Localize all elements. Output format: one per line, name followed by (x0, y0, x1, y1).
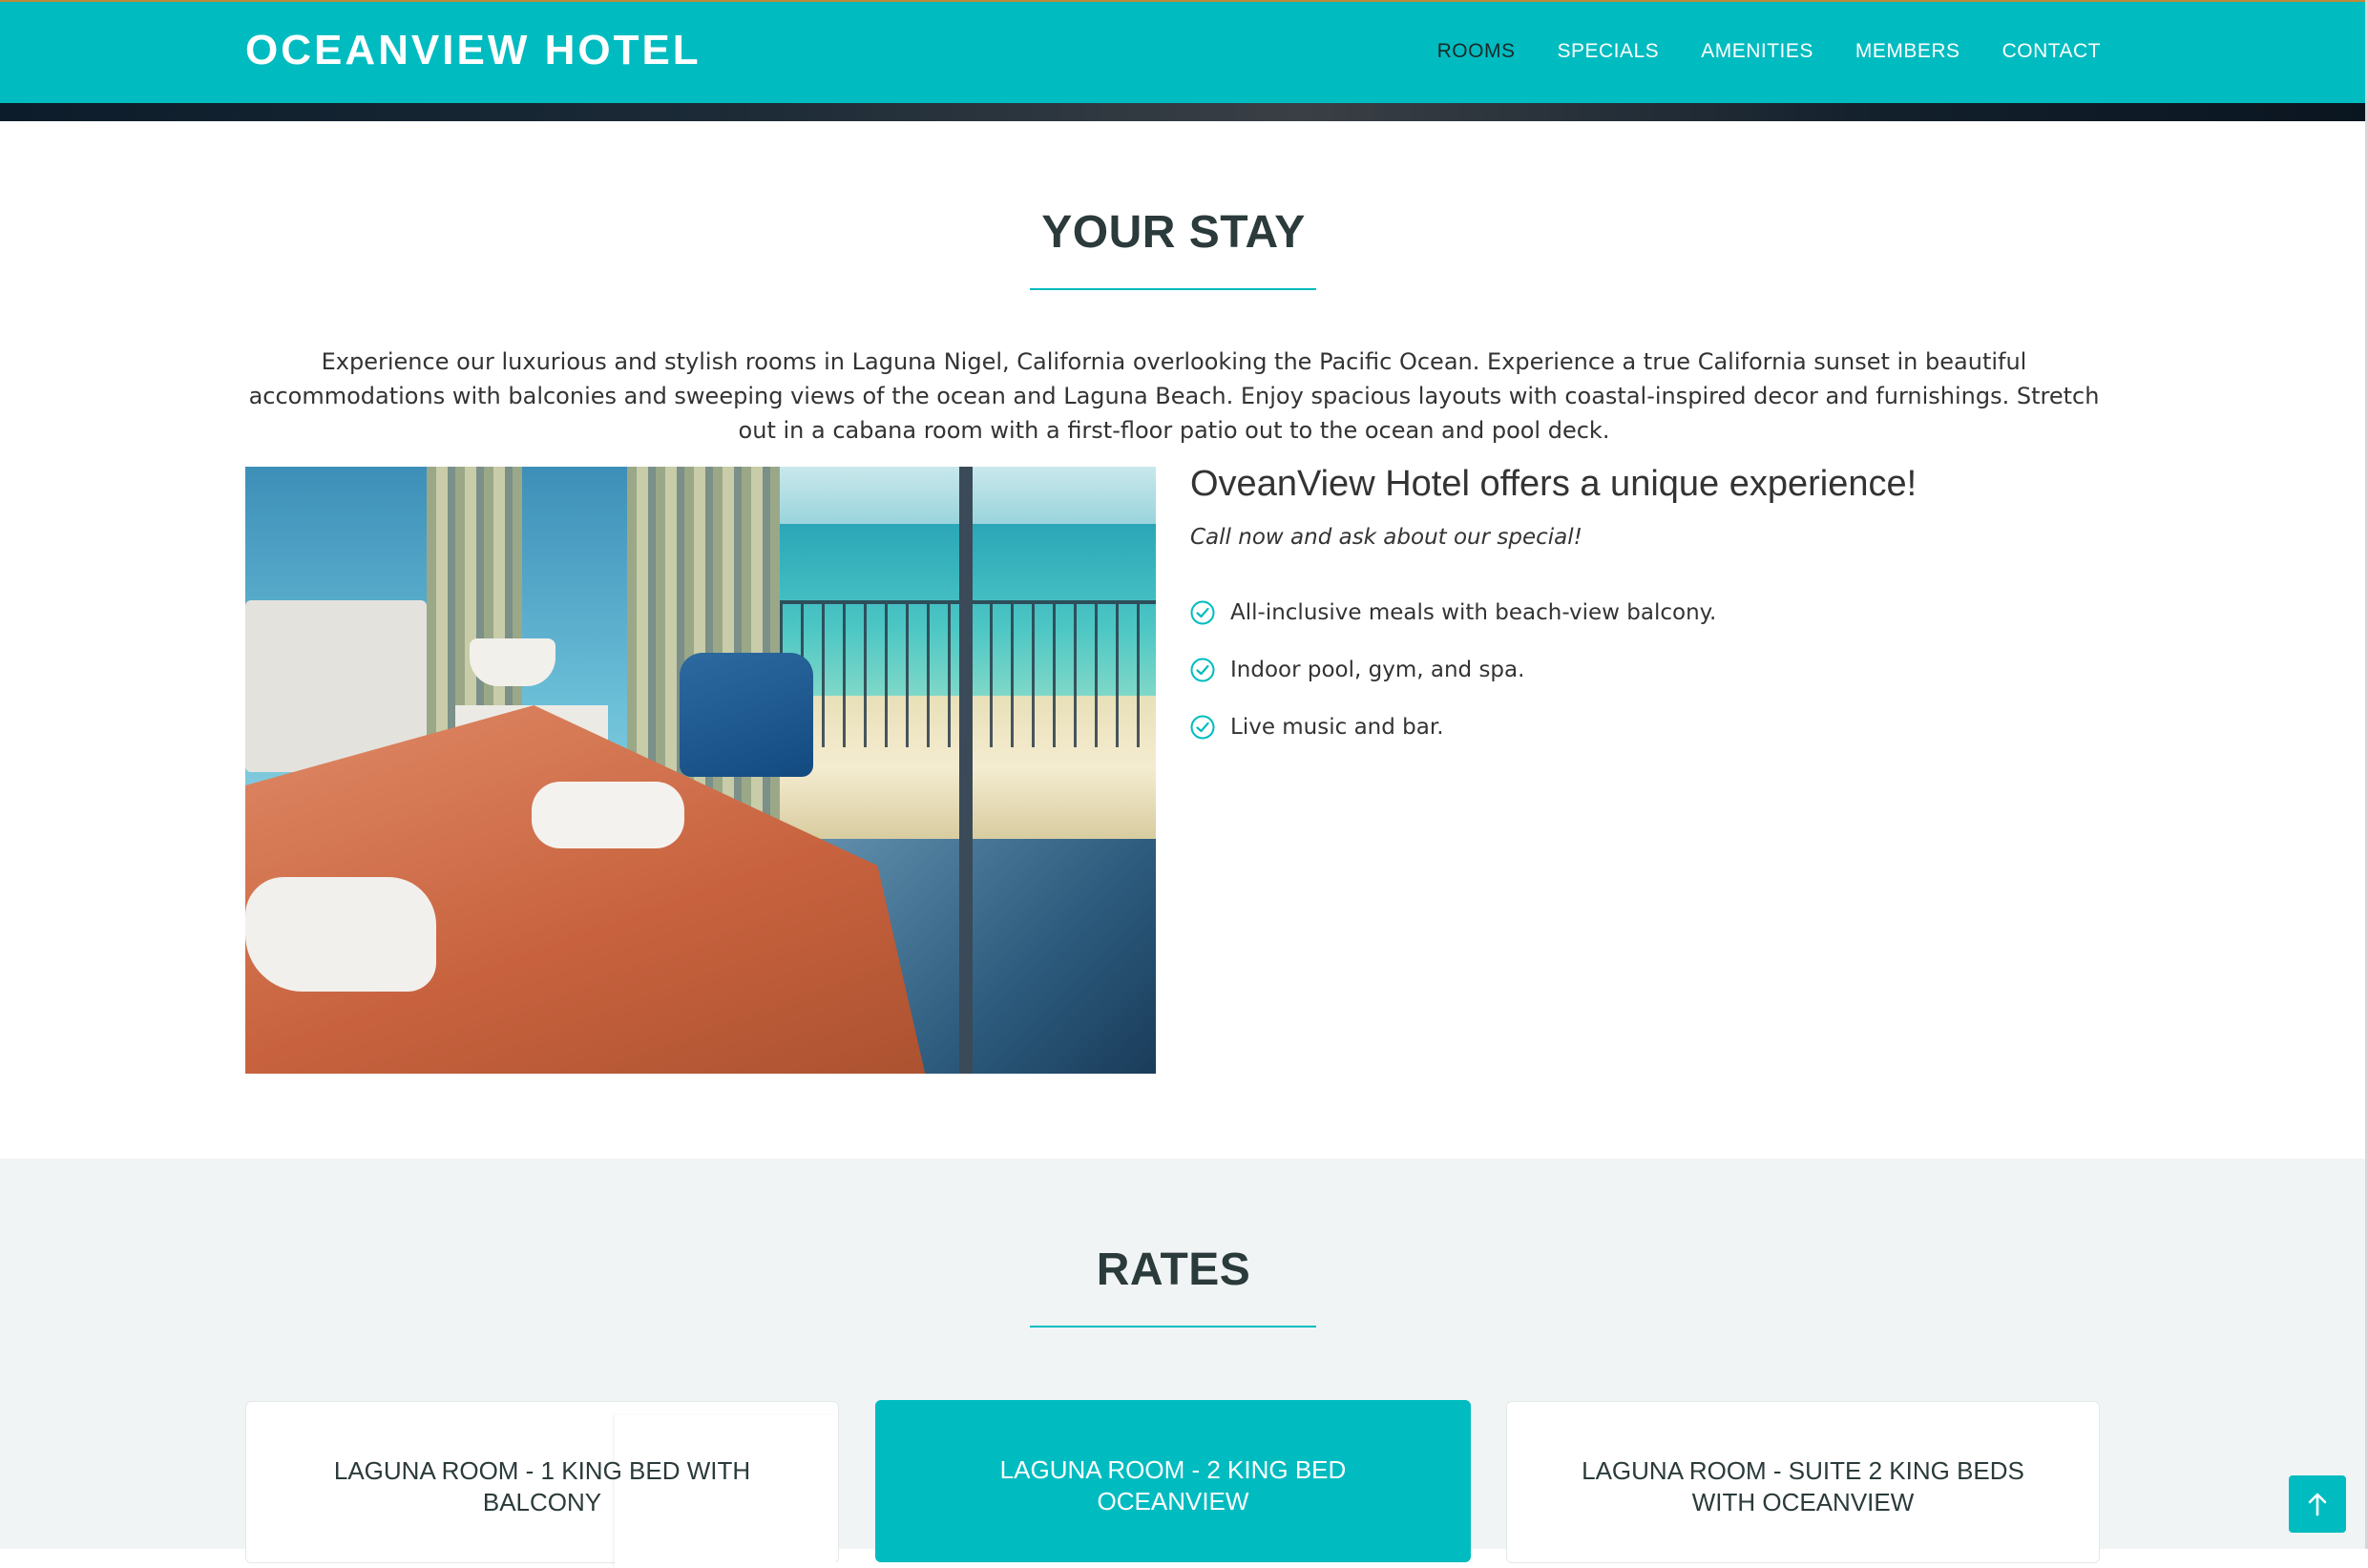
rate-card[interactable]: LAGUNA ROOM - 1 KING BED WITH BALCONY (245, 1401, 839, 1568)
feature-text: All-inclusive meals with beach-view balc… (1230, 600, 1717, 625)
hero-image-strip (0, 103, 2368, 121)
offer-subtitle: Call now and ask about our special! (1190, 525, 1582, 550)
photo-chair (680, 653, 813, 777)
rate-card-featured[interactable]: LAGUNA ROOM - 2 KING BED OCEANVIEW (875, 1400, 1471, 1562)
brand-logo[interactable]: OCEANVIEW HOTEL (245, 27, 702, 74)
feature-text: Live music and bar. (1230, 715, 1444, 740)
rate-card-title: LAGUNA ROOM - SUITE 2 KING BEDS WITH OCE… (1582, 1456, 2024, 1516)
room-photo (245, 467, 1156, 1074)
offer-title: OveanView Hotel offers a unique experien… (1190, 464, 1917, 504)
photo-door-frame (959, 467, 973, 1074)
main-nav: ROOMS SPECIALS AMENITIES MEMBERS CONTACT (1437, 40, 2101, 63)
photo-towel (245, 877, 436, 992)
section-title-rates: RATES (1096, 1244, 1251, 1295)
back-to-top-button[interactable] (2289, 1475, 2346, 1533)
nav-item-members[interactable]: MEMBERS (1855, 40, 1960, 63)
list-item: Indoor pool, gym, and spa. (1190, 641, 1716, 699)
section-title-your-stay: YOUR STAY (1041, 207, 1306, 258)
feature-text: Indoor pool, gym, and spa. (1230, 658, 1525, 682)
nav-item-specials[interactable]: SPECIALS (1557, 40, 1659, 63)
photo-towel (532, 782, 684, 848)
check-circle-icon (1190, 715, 1215, 740)
check-circle-icon (1190, 600, 1215, 625)
rate-card[interactable]: LAGUNA ROOM - SUITE 2 KING BEDS WITH OCE… (1506, 1401, 2100, 1563)
photo-lamp (470, 638, 555, 686)
list-item: All-inclusive meals with beach-view balc… (1190, 584, 1716, 641)
rate-card-title: LAGUNA ROOM - 2 KING BED OCEANVIEW (999, 1455, 1347, 1516)
nav-item-rooms[interactable]: ROOMS (1437, 40, 1516, 63)
list-item: Live music and bar. (1190, 699, 1716, 756)
title-underline (1030, 288, 1316, 290)
check-circle-icon (1190, 658, 1215, 682)
nav-item-amenities[interactable]: AMENITIES (1701, 40, 1813, 63)
rate-card-title: LAGUNA ROOM - 1 KING BED WITH BALCONY (333, 1456, 751, 1516)
title-underline (1030, 1326, 1316, 1328)
arrow-up-icon (2308, 1493, 2327, 1516)
nav-item-contact[interactable]: CONTACT (2002, 40, 2101, 63)
stay-intro-text: Experience our luxurious and stylish roo… (248, 348, 2100, 444)
feature-list: All-inclusive meals with beach-view balc… (1190, 584, 1716, 756)
